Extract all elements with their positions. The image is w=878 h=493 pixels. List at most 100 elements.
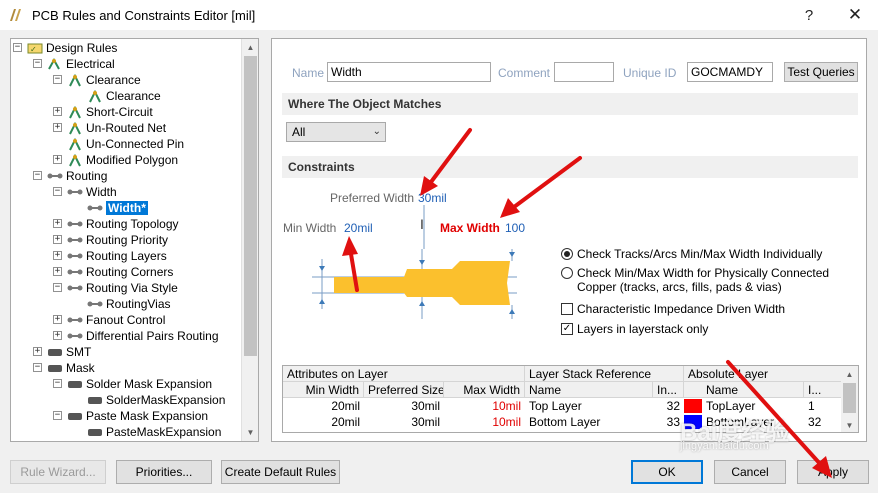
tree-item[interactable]: Clearance <box>87 88 161 104</box>
rules-tree[interactable]: − ✓ Design Rules − Electrical − Clearance Clear… <box>10 38 259 442</box>
comment-label: Comment <box>498 66 551 80</box>
col-min-width[interactable]: Min Width <box>283 382 364 398</box>
tree-item[interactable]: Fanout Control <box>67 312 165 328</box>
tree-expander-icon[interactable]: + <box>53 267 62 276</box>
tree-expander-icon[interactable]: + <box>33 347 42 356</box>
tree-item[interactable]: SolderMaskExpansion <box>87 392 225 408</box>
tree-expander-icon[interactable]: + <box>53 219 62 228</box>
col-stack-index[interactable]: In... <box>653 382 684 398</box>
tree-expander-icon[interactable]: − <box>53 283 62 292</box>
tree-item[interactable]: Modified Polygon <box>67 152 178 168</box>
tree-expander-icon[interactable]: + <box>53 155 62 164</box>
table-cell-min[interactable]: 20mil <box>283 398 364 414</box>
apply-button[interactable]: Apply <box>797 460 869 484</box>
option-impedance-driven[interactable]: Characteristic Impedance Driven Width <box>561 302 785 316</box>
tree-expander-icon[interactable]: − <box>13 43 22 52</box>
table-cell-stack-name[interactable]: Top Layer <box>525 398 653 414</box>
option-layers-in-stack[interactable]: ✓ Layers in layerstack only <box>561 322 708 336</box>
tree-item[interactable]: Short-Circuit <box>67 104 153 120</box>
table-cell-max[interactable]: 10mil <box>444 414 525 430</box>
tree-expander-icon[interactable]: + <box>53 315 62 324</box>
table-cell-min[interactable]: 20mil <box>283 414 364 430</box>
name-input[interactable]: Width <box>327 62 491 82</box>
tree-expander-icon[interactable]: + <box>53 331 62 340</box>
scroll-up-icon[interactable]: ▲ <box>242 39 258 56</box>
tree-expander-icon[interactable]: − <box>53 187 62 196</box>
tree-item[interactable]: ✓ Design Rules <box>27 40 117 56</box>
tree-expander-icon[interactable]: + <box>53 123 62 132</box>
table-cell-pref[interactable]: 30mil <box>364 414 444 430</box>
option-check-connected[interactable]: Check Min/Max Width for Physically Conne… <box>561 266 829 294</box>
preferred-width-value[interactable]: 30mil <box>418 191 447 205</box>
table-scroll-down-icon[interactable]: ▼ <box>841 417 858 432</box>
table-cell-abs-index[interactable]: 1 <box>804 398 843 414</box>
min-width-value[interactable]: 20mil <box>344 221 373 235</box>
tree-item[interactable]: RoutingVias <box>87 296 171 312</box>
where-dropdown[interactable]: All ⌄ <box>286 122 386 142</box>
option-check-individually[interactable]: Check Tracks/Arcs Min/Max Width Individu… <box>561 247 822 261</box>
table-cell-abs-index[interactable]: 32 <box>804 414 843 430</box>
tree-item[interactable]: Width* <box>87 200 148 216</box>
col-preferred-size[interactable]: Preferred Size <box>364 382 444 398</box>
tree-expander-icon[interactable]: − <box>53 75 62 84</box>
table-cell-max[interactable]: 10mil <box>444 398 525 414</box>
tree-item[interactable]: Un-Connected Pin <box>67 136 184 152</box>
col-abs-name[interactable]: Name <box>684 382 804 398</box>
tree-item[interactable]: Clearance <box>67 72 141 88</box>
tree-expander-icon[interactable]: − <box>53 379 62 388</box>
table-cell-stack-name[interactable]: Bottom Layer <box>525 414 653 430</box>
test-queries-button[interactable]: Test Queries <box>784 62 858 82</box>
routing-icon <box>87 301 103 306</box>
tree-item[interactable]: Mask <box>47 360 95 376</box>
tree-item[interactable]: Un-Routed Net <box>67 120 166 136</box>
tree-expander-icon[interactable]: + <box>53 251 62 260</box>
tree-expander-icon[interactable]: + <box>53 235 62 244</box>
tree-item[interactable]: Routing Via Style <box>67 280 178 296</box>
checkbox-layers-in-stack[interactable]: ✓ <box>561 323 573 335</box>
tree-item[interactable]: Routing Corners <box>67 264 173 280</box>
tree-item[interactable]: SMT <box>47 344 91 360</box>
create-default-rules-button[interactable]: Create Default Rules <box>221 460 340 484</box>
tree-item[interactable]: Routing <box>47 168 107 184</box>
radio-connected[interactable] <box>561 267 573 279</box>
cancel-button[interactable]: Cancel <box>714 460 786 484</box>
max-width-value[interactable]: 100 <box>505 221 525 235</box>
rule-wizard-button[interactable]: Rule Wizard... <box>10 460 106 484</box>
table-scrollbar[interactable]: ▲ ▼ <box>841 366 858 432</box>
table-cell-pref[interactable]: 30mil <box>364 398 444 414</box>
tree-expander-icon[interactable]: − <box>33 171 42 180</box>
checkbox-impedance[interactable] <box>561 303 573 315</box>
scroll-thumb[interactable] <box>244 56 257 356</box>
tree-item[interactable]: Electrical <box>47 56 115 72</box>
tree-item[interactable]: Routing Layers <box>67 248 167 264</box>
tree-expander-icon[interactable]: + <box>53 107 62 116</box>
tree-item-label: SMT <box>66 345 92 359</box>
table-scroll-up-icon[interactable]: ▲ <box>841 366 858 383</box>
tree-expander-icon[interactable]: − <box>33 363 42 372</box>
unique-id-input[interactable]: GOCMAMDY <box>687 62 773 82</box>
tree-item[interactable]: Routing Topology <box>67 216 179 232</box>
tree-item[interactable]: Differential Pairs Routing <box>67 328 219 344</box>
table-scroll-thumb[interactable] <box>843 383 856 413</box>
tree-expander-icon[interactable]: − <box>33 59 42 68</box>
tree-item[interactable]: Solder Mask Expansion <box>67 376 212 392</box>
col-abs-index[interactable]: I... <box>804 382 843 398</box>
ok-button[interactable]: OK <box>631 460 703 484</box>
tree-item-label: Width* <box>106 201 148 215</box>
col-max-width[interactable]: Max Width <box>444 382 525 398</box>
help-button[interactable]: ? <box>786 0 832 30</box>
col-stack-name[interactable]: Name <box>525 382 653 398</box>
scroll-down-icon[interactable]: ▼ <box>242 424 258 441</box>
tree-expander-icon[interactable]: − <box>53 411 62 420</box>
comment-input[interactable] <box>554 62 614 82</box>
tree-item[interactable]: Routing Priority <box>67 232 168 248</box>
priorities-button[interactable]: Priorities... <box>116 460 212 484</box>
radio-individually[interactable] <box>561 248 573 260</box>
tree-item[interactable]: Paste Mask Expansion <box>67 408 208 424</box>
close-button[interactable]: ✕ <box>832 0 878 30</box>
tree-scrollbar[interactable]: ▲ ▼ <box>241 39 258 441</box>
tree-item[interactable]: Width <box>67 184 117 200</box>
tree-item-label: Routing Priority <box>86 233 169 247</box>
tree-item[interactable]: PasteMaskExpansion <box>87 424 221 440</box>
layer-color-swatch <box>684 399 702 413</box>
